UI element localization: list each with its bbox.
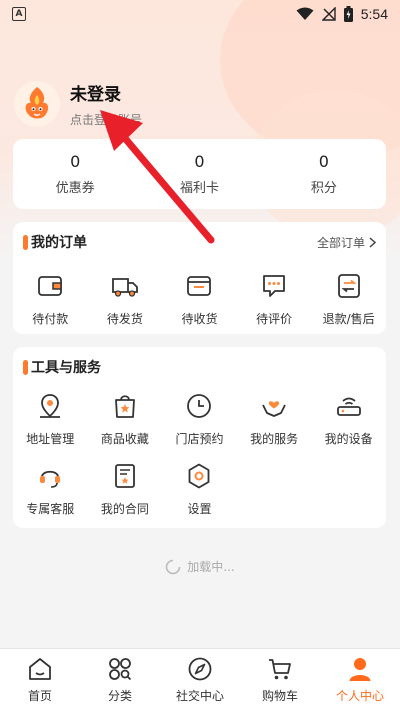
stat-label: 积分 <box>310 181 337 196</box>
tool-my-contracts[interactable]: 我的合同 <box>88 461 163 517</box>
tools-title: 工具与服务 <box>31 360 101 376</box>
nav-label: 分类 <box>107 688 132 703</box>
points-stat[interactable]: 0 积分 <box>262 139 386 209</box>
tool-store-appointment[interactable]: 门店预约 <box>162 391 237 447</box>
status-time: 5:54 <box>360 6 388 22</box>
stats-card: 0 优惠券 0 福利卡 0 积分 <box>13 139 386 209</box>
loading-indicator: 加载中... <box>0 558 400 575</box>
order-pending-shipment[interactable]: 待发货 <box>88 271 163 327</box>
grid-label: 待评价 <box>256 312 293 326</box>
cart-icon <box>269 658 291 679</box>
all-orders-link[interactable]: 全部订单 <box>317 234 376 251</box>
grid-label: 待发货 <box>106 312 143 326</box>
section-accent-bar <box>23 234 28 250</box>
profile-name[interactable]: 未登录 <box>70 80 142 105</box>
mascot-avatar-icon[interactable] <box>14 81 60 127</box>
grid-label: 我的设备 <box>324 432 373 446</box>
contract-icon <box>114 464 135 488</box>
tool-my-services[interactable]: 我的服务 <box>237 391 312 447</box>
settings-icon <box>189 463 210 489</box>
home-icon <box>29 657 51 680</box>
grid-label: 待付款 <box>32 312 69 326</box>
order-pending-review[interactable]: 待评价 <box>237 271 312 327</box>
coupon-stat[interactable]: 0 优惠券 <box>13 139 137 209</box>
section-accent-bar <box>23 359 28 375</box>
headset-icon <box>40 470 61 488</box>
grid-label: 待收货 <box>181 312 218 326</box>
stat-label: 福利卡 <box>179 181 219 196</box>
header-background <box>0 0 400 260</box>
nav-social-center[interactable]: 社交中心 <box>160 649 240 710</box>
nav-personal-center[interactable]: 个人中心 <box>320 649 400 710</box>
nav-category[interactable]: 分类 <box>80 649 160 710</box>
status-bar: A 5:54 <box>0 0 400 28</box>
stat-value: 0 <box>194 152 205 171</box>
loading-text: 加载中... <box>187 560 235 574</box>
battery-charging-icon <box>343 6 353 22</box>
orders-title: 我的订单 <box>31 235 87 251</box>
order-refund-aftersale[interactable]: 退款/售后 <box>311 271 386 327</box>
status-badge: A <box>12 7 26 21</box>
welfare-card-stat[interactable]: 0 福利卡 <box>137 139 261 209</box>
stat-label: 优惠券 <box>55 181 95 196</box>
location-icon <box>40 394 61 418</box>
nav-label: 社交中心 <box>175 688 224 703</box>
stat-value: 0 <box>70 152 81 171</box>
orders-card: 我的订单 全部订单 待付款 待发货 待收货 待评价 退款/售后 <box>13 222 386 334</box>
nav-label: 首页 <box>27 688 52 703</box>
profile-login-area[interactable]: 未登录 点击登录账号 <box>14 80 142 128</box>
nav-label: 购物车 <box>261 688 298 703</box>
tool-address[interactable]: 地址管理 <box>13 391 88 447</box>
service-hands-icon <box>262 401 286 417</box>
refund-icon <box>337 274 360 298</box>
tool-my-devices[interactable]: 我的设备 <box>311 391 386 447</box>
chevron-right-icon <box>369 236 376 248</box>
compass-icon <box>188 657 212 680</box>
spinner-icon <box>165 559 181 574</box>
wifi-icon <box>296 7 314 20</box>
grid-label: 我的服务 <box>250 432 299 446</box>
grid-label: 地址管理 <box>26 432 75 446</box>
clock-icon <box>187 394 212 418</box>
tool-settings[interactable]: 设置 <box>162 461 237 517</box>
grid-label: 退款/售后 <box>322 312 375 326</box>
router-icon <box>336 397 361 416</box>
tool-favorites[interactable]: 商品收藏 <box>88 391 163 447</box>
nav-home[interactable]: 首页 <box>0 649 80 710</box>
login-prompt[interactable]: 点击登录账号 <box>70 111 142 128</box>
no-signal-icon <box>321 7 336 21</box>
comment-icon <box>263 275 285 297</box>
stat-value: 0 <box>318 152 329 171</box>
favorite-bag-icon <box>114 395 135 418</box>
bottom-navigation: 首页 分类 社交中心 购物车 个人中心 <box>0 648 400 710</box>
category-icon <box>109 657 132 680</box>
grid-label: 设置 <box>187 502 212 516</box>
nav-cart[interactable]: 购物车 <box>240 649 320 710</box>
grid-label: 门店预约 <box>175 432 224 446</box>
tools-card: 工具与服务 地址管理 商品收藏 门店预约 我的服务 我的设备 专属客服 我的合同… <box>13 347 386 528</box>
box-icon <box>187 276 212 296</box>
grid-label: 商品收藏 <box>100 432 149 446</box>
order-pending-payment[interactable]: 待付款 <box>13 271 88 327</box>
grid-label: 专属客服 <box>26 502 75 516</box>
all-orders-label[interactable]: 全部订单 <box>317 234 365 251</box>
order-pending-receipt[interactable]: 待收货 <box>162 271 237 327</box>
wallet-icon <box>38 276 63 296</box>
tool-customer-service[interactable]: 专属客服 <box>13 461 88 517</box>
grid-label: 我的合同 <box>100 502 149 516</box>
truck-icon <box>111 278 138 297</box>
person-icon <box>349 657 371 681</box>
nav-label: 个人中心 <box>335 688 384 703</box>
